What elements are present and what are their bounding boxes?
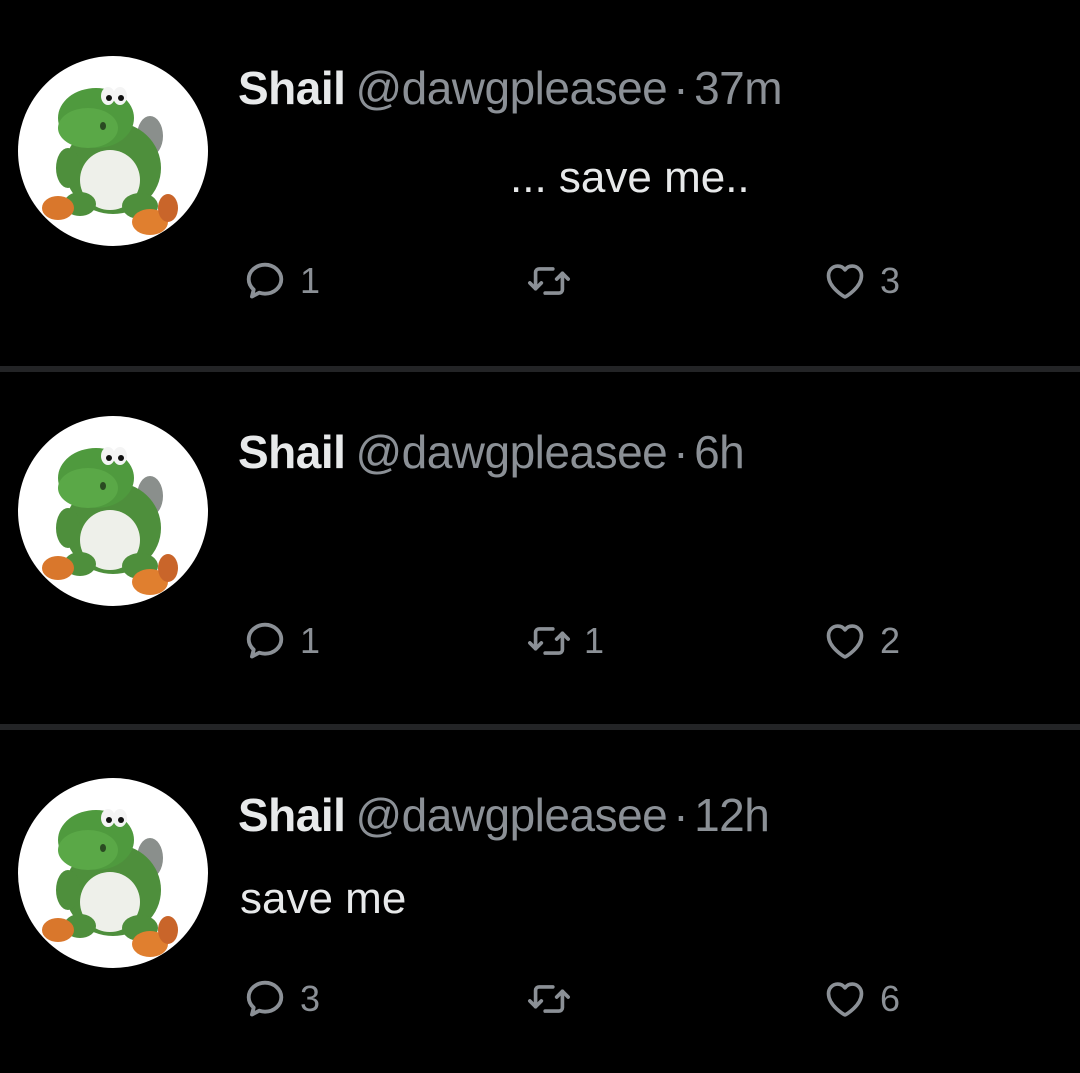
separator: · — [673, 426, 689, 478]
heart-icon — [822, 618, 868, 664]
reply-button[interactable]: 1 — [242, 616, 320, 666]
user-handle[interactable]: @dawgpleasee — [355, 789, 667, 841]
tweet[interactable]: Shail @dawgpleasee · 37m ... save me.. 1 3 — [0, 0, 1080, 366]
yoshi-avatar-icon — [18, 56, 208, 246]
display-name[interactable]: Shail — [238, 426, 346, 478]
avatar[interactable] — [18, 416, 208, 606]
display-name[interactable]: Shail — [238, 789, 346, 841]
like-count: 6 — [880, 978, 901, 1019]
retweet-button[interactable] — [526, 256, 584, 306]
yoshi-avatar-icon — [18, 416, 208, 606]
retweet-icon — [526, 976, 572, 1022]
tweet-text: save me — [240, 874, 407, 923]
timestamp[interactable]: 37m — [694, 62, 782, 114]
separator: · — [673, 789, 689, 841]
reply-count: 3 — [300, 978, 321, 1019]
reply-count: 1 — [300, 620, 321, 661]
tweet-feed: Shail @dawgpleasee · 37m ... save me.. 1 3 … — [0, 0, 1080, 1073]
reply-icon — [242, 618, 288, 664]
heart-icon — [822, 258, 868, 304]
yoshi-avatar-icon — [18, 778, 208, 968]
retweet-button[interactable] — [526, 974, 584, 1024]
tweet-header: Shail @dawgpleasee · 6h — [238, 424, 745, 480]
reply-icon — [242, 258, 288, 304]
tweet[interactable]: Shail @dawgpleasee · 12h save me 3 6 — [0, 731, 1080, 1073]
action-bar: 3 6 — [240, 974, 960, 1024]
tweet-header: Shail @dawgpleasee · 12h — [238, 787, 770, 843]
heart-icon — [822, 976, 868, 1022]
like-button[interactable]: 3 — [822, 256, 900, 306]
tweet[interactable]: Shail @dawgpleasee · 6h 1 1 2 — [0, 372, 1080, 724]
like-button[interactable]: 2 — [822, 616, 900, 666]
separator: · — [673, 62, 689, 114]
reply-count: 1 — [300, 260, 321, 301]
like-button[interactable]: 6 — [822, 974, 900, 1024]
reply-icon — [242, 976, 288, 1022]
action-bar: 1 3 — [240, 256, 960, 306]
timestamp[interactable]: 12h — [694, 789, 770, 841]
action-bar: 1 1 2 — [240, 616, 960, 666]
divider — [0, 724, 1080, 730]
reply-button[interactable]: 3 — [242, 974, 320, 1024]
avatar[interactable] — [18, 778, 208, 968]
tweet-text: ... save me.. — [510, 153, 750, 202]
timestamp[interactable]: 6h — [694, 426, 745, 478]
tweet-header: Shail @dawgpleasee · 37m — [238, 60, 783, 116]
retweet-button[interactable]: 1 — [526, 616, 604, 666]
like-count: 2 — [880, 620, 901, 661]
retweet-icon — [526, 618, 572, 664]
retweet-count: 1 — [584, 620, 605, 661]
avatar[interactable] — [18, 56, 208, 246]
reply-button[interactable]: 1 — [242, 256, 320, 306]
display-name[interactable]: Shail — [238, 62, 346, 114]
user-handle[interactable]: @dawgpleasee — [355, 426, 667, 478]
like-count: 3 — [880, 260, 901, 301]
user-handle[interactable]: @dawgpleasee — [355, 62, 667, 114]
retweet-icon — [526, 258, 572, 304]
